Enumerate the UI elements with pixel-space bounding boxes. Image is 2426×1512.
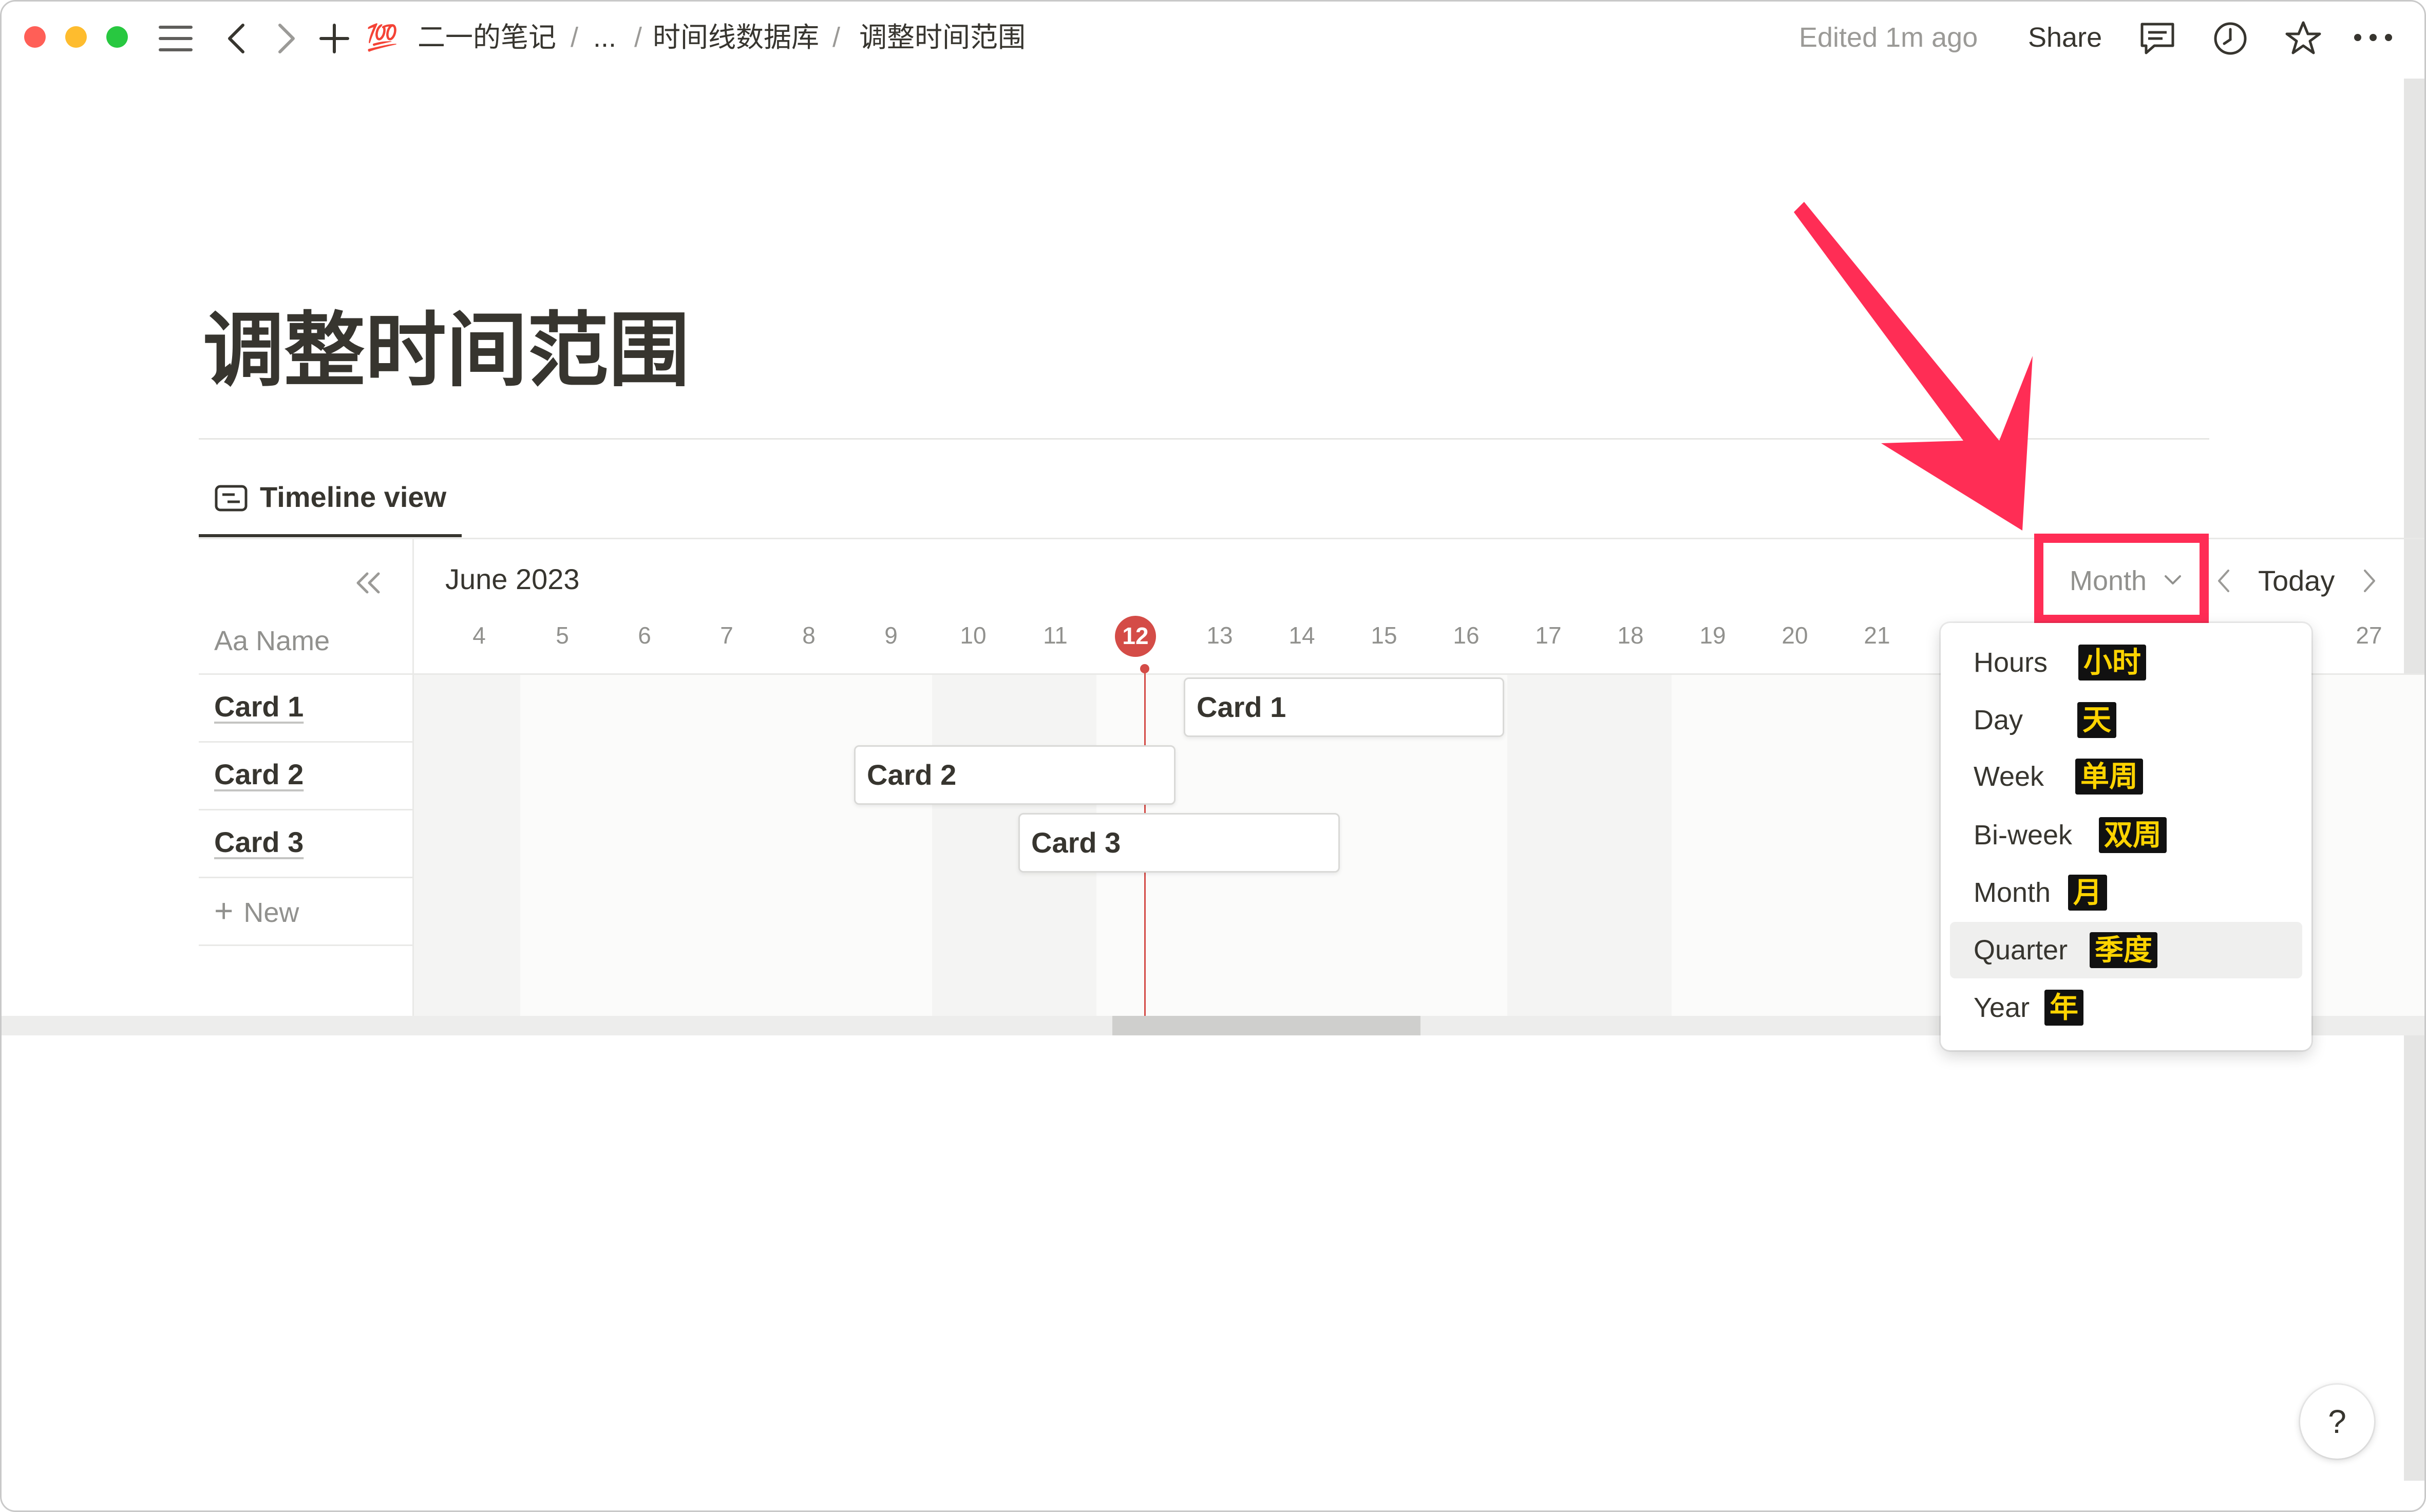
menu-item-label: Quarter [1974,935,2068,966]
day-number: 14 [1288,622,1315,649]
timeline-bar-card-2[interactable]: Card 2 [854,745,1176,805]
menu-item-label: Year [1974,992,2030,1023]
page-emoji-icon[interactable]: 💯 [366,21,398,54]
day-number: 11 [1043,622,1068,649]
timeline-bar-card-3[interactable]: Card 3 [1018,813,1340,873]
plus-icon[interactable] [319,23,350,54]
more-icon[interactable] [2354,33,2393,42]
translation-badge: 单周 [2075,759,2143,795]
row-divider [199,944,413,946]
day-number: 5 [556,622,569,649]
collapse-icon[interactable] [354,571,383,595]
menu-item-year[interactable]: Year 年 [1950,979,2302,1036]
name-header-label: Name [256,626,330,656]
row-name-card-1[interactable]: Card 1 [214,690,304,724]
day-number: 17 [1535,622,1562,649]
day-number: 21 [1864,622,1890,649]
clock-icon[interactable] [2213,21,2248,56]
prev-icon[interactable] [2216,569,2231,593]
annotation-arrow-icon [1794,202,2033,531]
bar-label: Card 1 [1197,691,1286,723]
timeline-scrollbar-thumb[interactable] [1112,1016,1420,1035]
day-number: 19 [1699,622,1726,649]
bar-label: Card 3 [1031,826,1121,859]
row-name-card-3[interactable]: Card 3 [214,825,304,859]
new-row-button[interactable]: + New [214,894,299,930]
breadcrumb-separator: / [832,22,841,53]
breadcrumb-item-database[interactable]: 时间线数据库 [653,21,819,54]
menu-item-hours[interactable]: Hours 小时 [1950,634,2302,691]
today-day-number: 12 [1122,622,1149,649]
breadcrumb-item-current[interactable]: 调整时间范围 [859,21,1026,54]
maximize-window-button[interactable] [106,26,128,48]
day-number: 18 [1617,622,1644,649]
menu-item-quarter[interactable]: Quarter 季度 [1950,922,2302,978]
menu-item-label: Week [1974,761,2044,792]
menu-item-month[interactable]: Month 月 [1950,864,2302,921]
star-icon[interactable] [2285,20,2322,56]
minimize-window-button[interactable] [65,26,87,48]
translation-badge: 双周 [2099,817,2167,853]
row-divider [199,809,413,810]
comment-icon[interactable] [2139,21,2176,57]
weekend-shade [413,674,520,1016]
breadcrumb-item-ellipsis[interactable]: ... [593,21,616,54]
translation-badge: 季度 [2090,932,2157,968]
page-title[interactable]: 调整时间范围 [203,299,690,402]
menu-item-label: Month [1974,877,2051,908]
chevron-down-icon[interactable] [2164,574,2182,586]
row-name-card-2[interactable]: Card 2 [214,758,304,791]
menu-icon[interactable] [159,25,193,52]
plus-icon: + [214,892,234,929]
timeline-bar-card-1[interactable]: Card 1 [1184,677,1504,737]
day-number: 10 [960,622,987,649]
translation-badge: 月 [2068,875,2107,911]
forward-icon[interactable] [277,23,297,54]
day-number: 16 [1453,622,1480,649]
menu-item-day[interactable]: Day 天 [1950,692,2302,748]
active-tab-indicator [199,534,462,537]
breadcrumb-separator: / [634,22,642,53]
translation-badge: 天 [2077,702,2116,738]
close-window-button[interactable] [24,26,46,48]
menu-item-week[interactable]: Week 单周 [1950,748,2302,805]
day-number: 13 [1206,622,1233,649]
day-number: 15 [1371,622,1397,649]
today-button[interactable]: Today [2258,564,2335,597]
day-number: 8 [802,622,816,649]
day-number: 7 [720,622,733,649]
bar-label: Card 2 [867,759,957,791]
menu-item-label: Bi-week [1974,820,2073,850]
weekend-shade [1507,674,1672,1016]
text-property-icon: Aa [214,626,249,656]
day-number: 9 [884,622,898,649]
back-icon[interactable] [225,23,246,54]
row-divider [199,877,413,878]
breadcrumb-separator: / [571,22,579,53]
day-number: 4 [472,622,486,649]
timeline-month-label: June 2023 [445,563,580,595]
tab-timeline-view[interactable]: Timeline view [260,481,446,514]
range-dropdown-menu: Hours 小时 Day 天 Week 单周 Bi-week 双周 Month … [1941,623,2311,1050]
menu-item-bi-week[interactable]: Bi-week 双周 [1950,807,2302,863]
timeline-icon [215,485,248,512]
translation-badge: 年 [2044,990,2083,1026]
edited-status: Edited 1m ago [1799,22,1978,53]
next-icon[interactable] [2362,569,2377,593]
share-button[interactable]: Share [2028,21,2102,54]
new-row-label: New [243,897,299,928]
menu-item-label: Hours [1974,647,2048,678]
day-number: 6 [638,622,651,649]
translation-badge: 小时 [2078,645,2146,681]
range-select-button[interactable]: Month [2070,564,2147,597]
row-divider [199,741,413,743]
menu-item-label: Day [1974,705,2023,735]
name-column-header[interactable]: Aa Name [214,625,330,657]
app-window: 💯 二一的笔记 / ... / 时间线数据库 / 调整时间范围 Edited 1… [0,0,2426,1512]
day-number: 27 [2356,622,2382,649]
breadcrumb-item-workspace[interactable]: 二一的笔记 [418,21,556,54]
help-button[interactable]: ? [2300,1385,2374,1459]
day-number: 20 [1781,622,1808,649]
